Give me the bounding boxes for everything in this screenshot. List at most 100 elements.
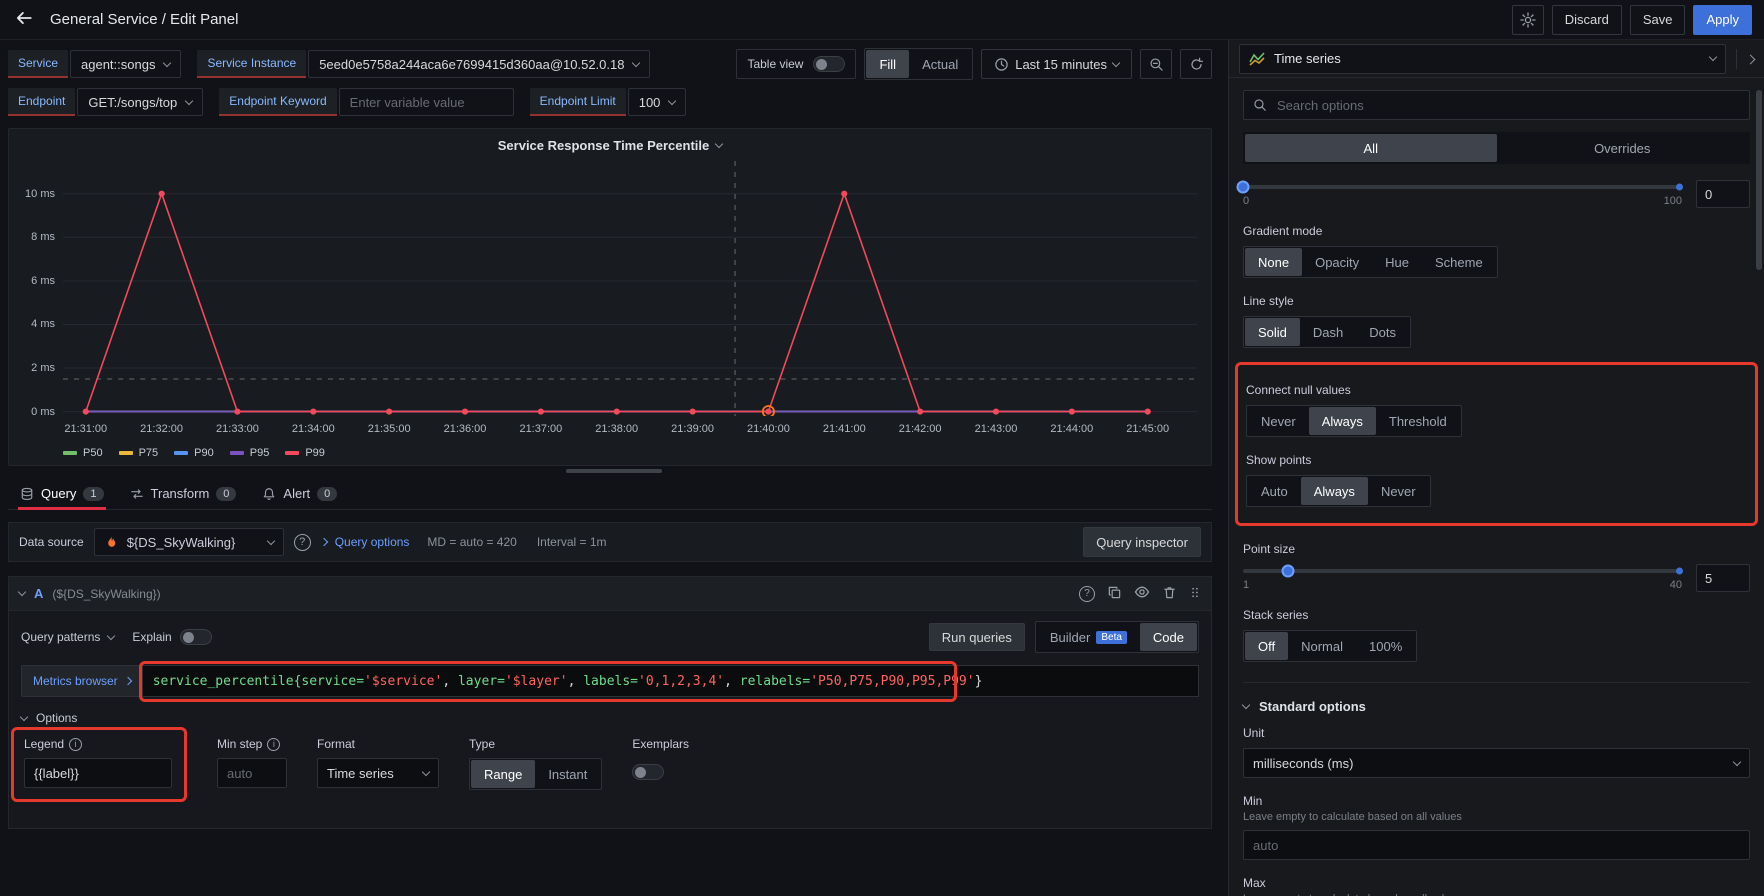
options-header-label: Options [36,711,77,725]
min-step-input[interactable] [217,758,287,788]
chevron-right-icon [319,538,327,546]
fill-actual-group-fill[interactable]: Fill [866,50,909,78]
endpoint-keyword-input[interactable] [339,88,514,116]
slider-handle[interactable] [1237,181,1250,194]
gradient-mode-group-scheme[interactable]: Scheme [1422,248,1496,276]
drag-query-handle[interactable] [1189,585,1201,603]
min-step-label: Min step [217,737,262,751]
connect-nulls-group-threshold[interactable]: Threshold [1376,407,1460,435]
gradient-mode-group-opacity[interactable]: Opacity [1302,248,1372,276]
pane-scrollbar[interactable] [1756,90,1762,270]
expr-token: '$service' [364,674,442,689]
standard-options-section[interactable]: Standard options [1243,683,1366,716]
show-points-group-auto[interactable]: Auto [1248,477,1301,505]
point-size-slider[interactable] [1243,569,1682,573]
min-help-text: Leave empty to calculate based on all va… [1243,811,1750,823]
query-options-toggle[interactable]: Query options [321,535,410,549]
legend-item-p75[interactable]: P75 [119,447,159,459]
format-select[interactable]: Time series [317,758,439,788]
point-size-value[interactable] [1696,564,1750,592]
query-patterns-dropdown[interactable]: Query patterns [21,630,114,644]
unit-label: Unit [1243,726,1750,740]
slider-handle[interactable] [1282,565,1295,578]
promql-expression-input[interactable]: service_percentile{service='$service', l… [142,665,1199,697]
connect-nulls-group-never[interactable]: Never [1248,407,1309,435]
table-view-toggle[interactable] [813,56,845,72]
type-toggle-group-instant[interactable]: Instant [535,760,600,788]
plot-area[interactable] [63,161,1197,423]
clock-icon [994,57,1009,72]
tab-alert[interactable]: Alert 0 [260,478,339,509]
refresh-button[interactable] [1180,49,1212,79]
resize-handle[interactable] [566,469,662,473]
transform-count-badge: 0 [216,487,236,501]
time-range-picker[interactable]: Last 15 minutes [981,49,1132,79]
legend-item-p90[interactable]: P90 [174,447,214,459]
fill-opacity-value[interactable] [1696,180,1750,208]
exemplars-toggle[interactable] [632,764,664,780]
type-toggle-group-range[interactable]: Range [471,760,535,788]
gradient-mode-group-hue[interactable]: Hue [1372,248,1422,276]
discard-button[interactable]: Discard [1552,5,1622,35]
legend-input[interactable] [24,758,172,788]
endpoint-limit-label: Endpoint Limit [530,88,626,116]
search-options-input[interactable] [1275,97,1740,114]
datasource-picker[interactable]: ${DS_SkyWalking} [94,528,284,556]
panel-settings-button[interactable] [1512,5,1544,35]
endpoint-limit-dropdown[interactable]: 100 [628,88,687,116]
service-variable-dropdown[interactable]: agent::songs [70,50,181,78]
line-style-group-solid[interactable]: Solid [1245,318,1300,346]
editor-mode-code[interactable]: Code [1140,623,1197,651]
endpoint-variable-dropdown[interactable]: GET:/songs/top [77,88,203,116]
show-points-group-always[interactable]: Always [1301,477,1368,505]
tab-query[interactable]: Query 1 [18,478,106,509]
stack-series-group-100-[interactable]: 100% [1356,632,1415,660]
search-icon [1253,98,1267,112]
stack-series-group-normal[interactable]: Normal [1288,632,1356,660]
fill-actual-group-actual[interactable]: Actual [909,50,971,78]
query-options-collapse[interactable]: Options [21,711,77,725]
visualization-picker[interactable]: Time series [1239,44,1726,74]
connect-nulls-group-always[interactable]: Always [1309,407,1376,435]
max-datapoints-summary: MD = auto = 420 [427,535,516,549]
duplicate-query-button[interactable] [1107,585,1122,603]
collapse-query-chevron-icon[interactable] [18,588,26,596]
datasource-help-icon[interactable]: ? [294,534,311,551]
editor-mode-builder[interactable]: Builder Beta [1037,623,1140,651]
delete-query-button[interactable] [1162,585,1177,603]
line-style-group-dash[interactable]: Dash [1300,318,1356,346]
query-inspector-button[interactable]: Query inspector [1083,527,1201,557]
disable-query-button[interactable] [1134,584,1150,603]
min-input[interactable] [1243,830,1750,860]
line-style-group-dots[interactable]: Dots [1356,318,1409,346]
instance-variable-dropdown[interactable]: 5eed0e5758a244aca6e7699415d360aa@10.52.0… [308,50,650,78]
apply-button[interactable]: Apply [1693,5,1752,35]
legend-item-p99[interactable]: P99 [285,447,325,459]
options-scope-tabs-all[interactable]: All [1245,134,1497,162]
explain-toggle[interactable] [180,629,212,645]
x-axis-label: 21:39:00 [671,423,714,435]
query-help-icon[interactable]: ? [1079,586,1095,602]
legend-item-p95[interactable]: P95 [230,447,270,459]
show-points-group-never[interactable]: Never [1368,477,1429,505]
legend-item-p50[interactable]: P50 [63,447,103,459]
panel-header[interactable]: Service Response Time Percentile [9,129,1211,161]
expr-token: labels= [583,674,638,689]
query-ref-id[interactable]: A [34,586,43,601]
options-scope-tabs-overrides[interactable]: Overrides [1497,134,1749,162]
stack-series-group-off[interactable]: Off [1245,632,1288,660]
collapse-pane-button[interactable] [1747,51,1754,66]
tab-transform[interactable]: Transform 0 [128,478,239,509]
zoom-out-button[interactable] [1140,49,1172,79]
tab-transform-label: Transform [151,486,210,501]
fill-opacity-slider[interactable] [1243,185,1682,189]
run-queries-button[interactable]: Run queries [929,623,1025,651]
metrics-browser-button[interactable]: Metrics browser [21,665,142,697]
legend-label: P99 [305,447,325,459]
query-patterns-label: Query patterns [21,630,100,644]
gradient-mode-group-none[interactable]: None [1245,248,1302,276]
save-button[interactable]: Save [1630,5,1686,35]
unit-select[interactable]: milliseconds (ms) [1243,748,1750,778]
expr-token: , [442,674,458,689]
back-button[interactable] [12,9,36,30]
